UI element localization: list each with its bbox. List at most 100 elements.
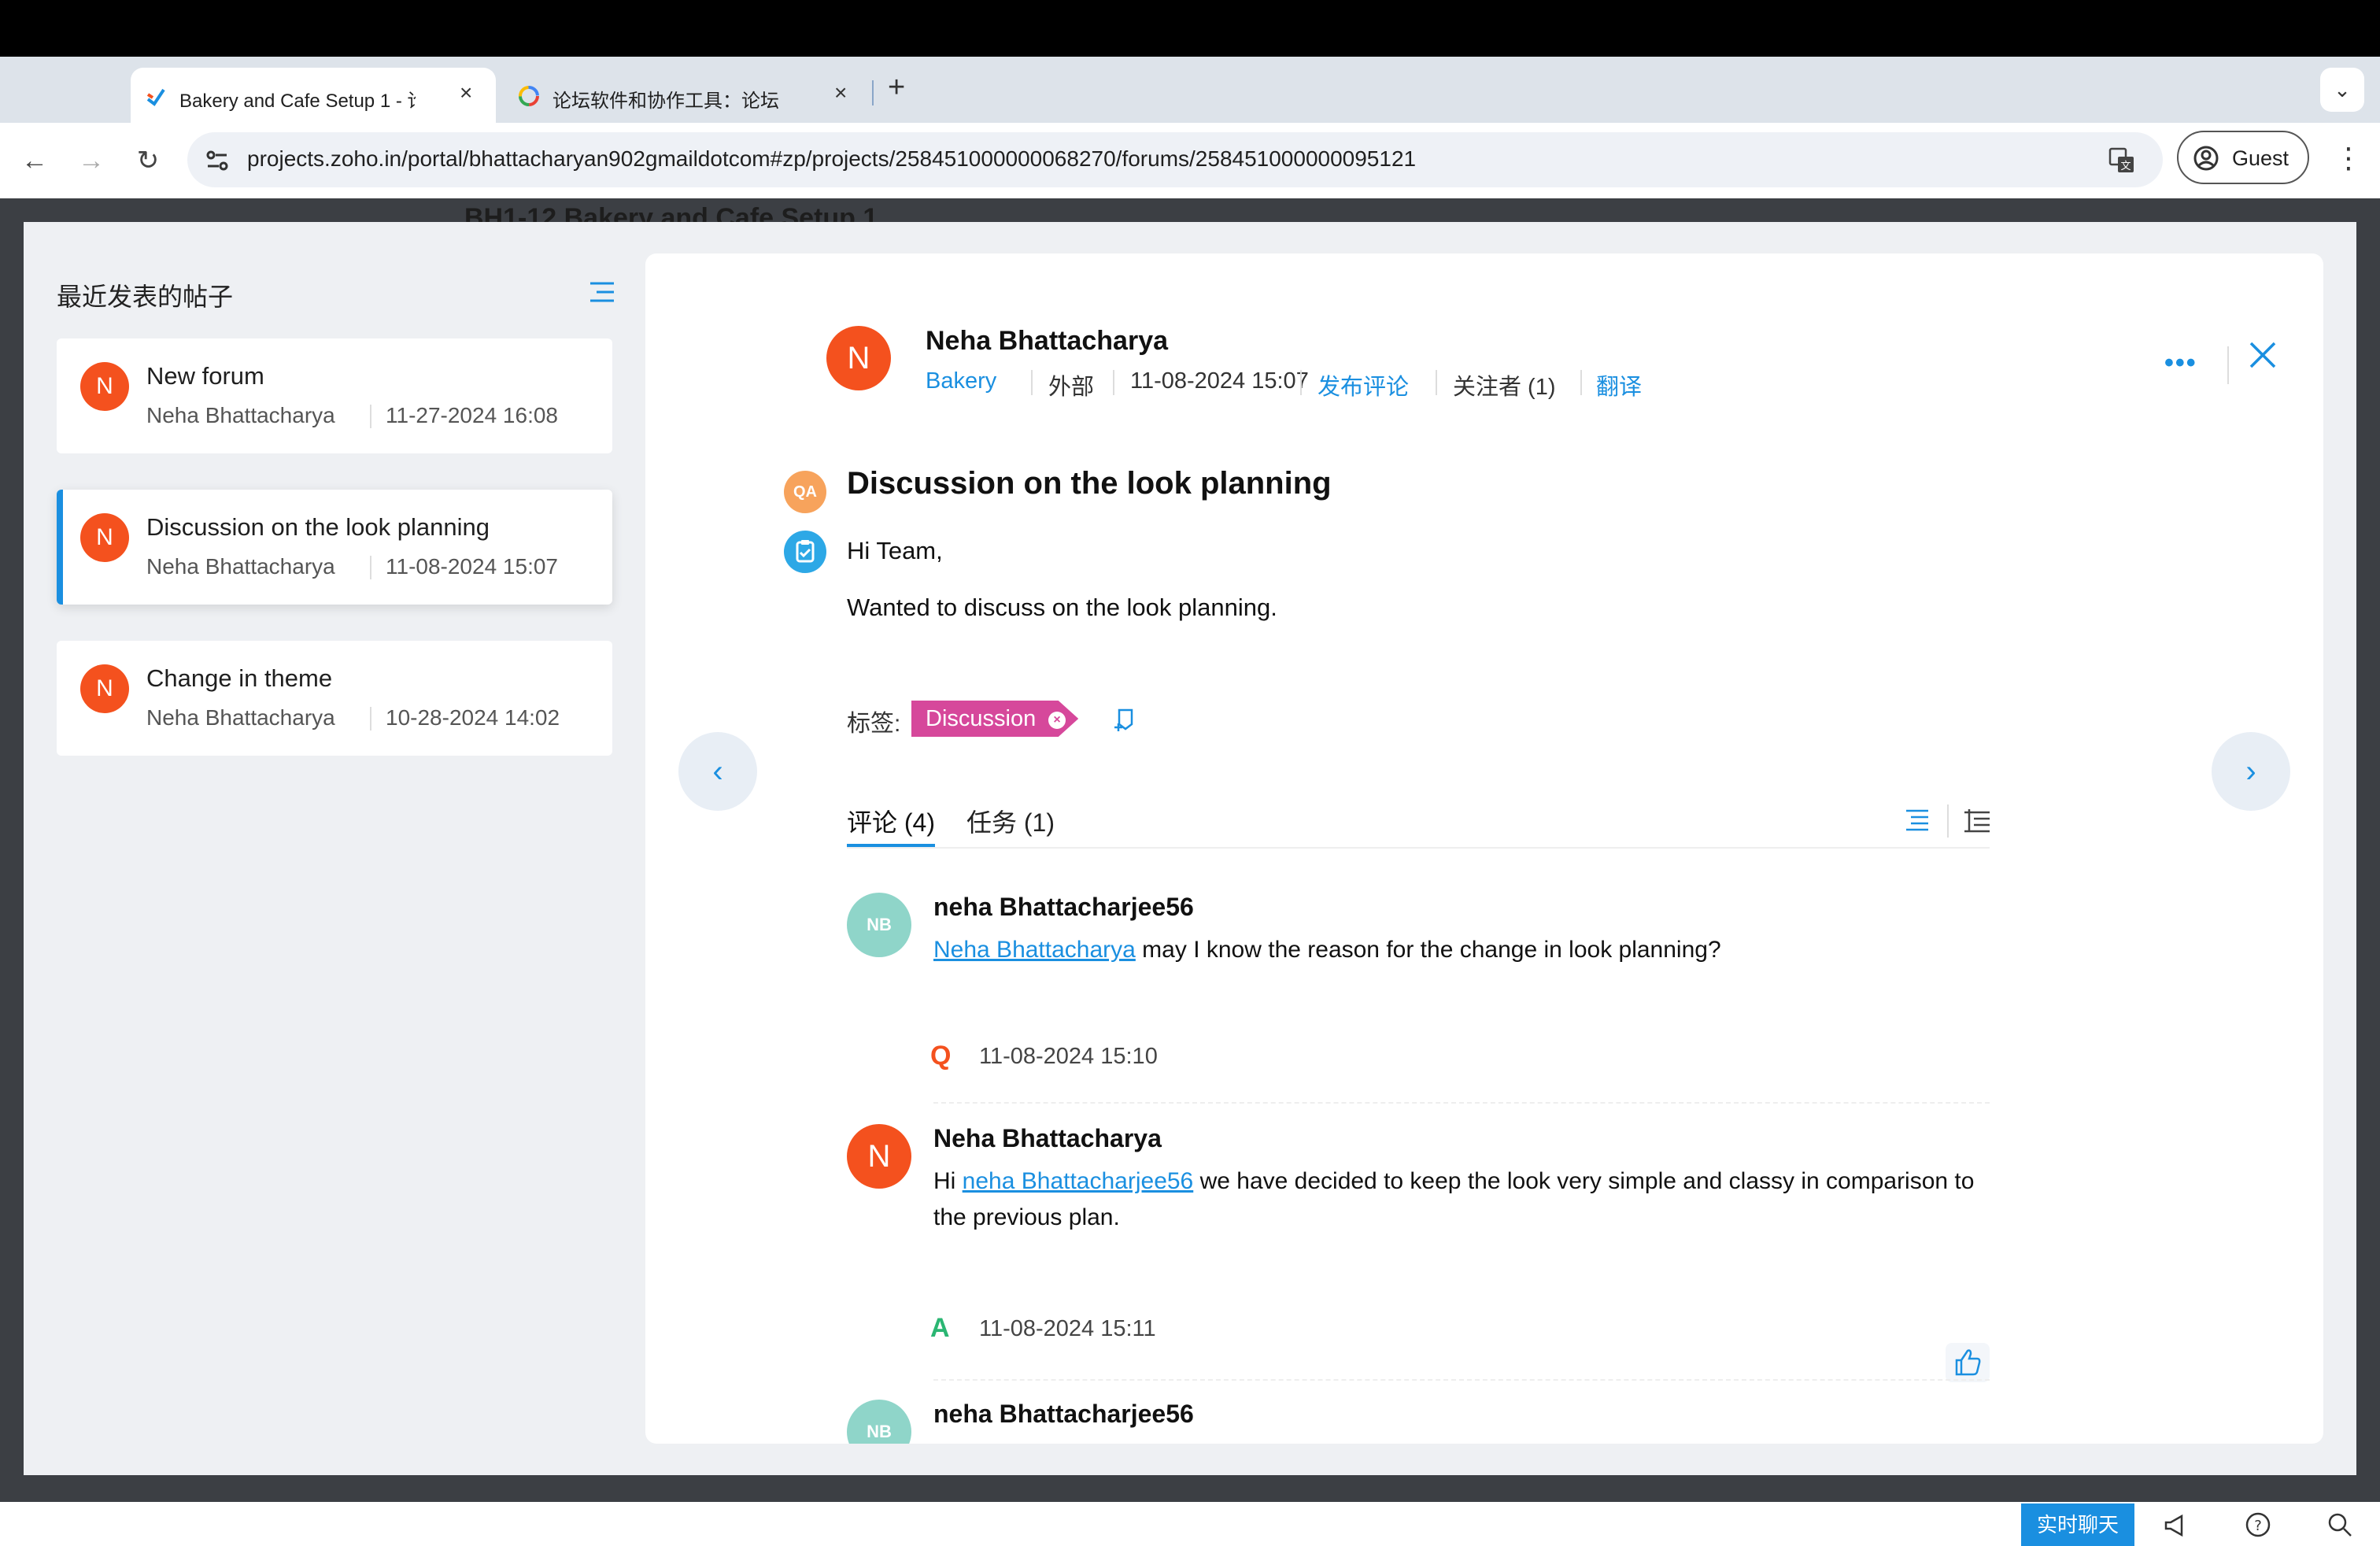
thread-view-icon[interactable] — [1903, 808, 1931, 833]
new-tab-button[interactable]: + — [888, 71, 905, 105]
commenter-name: neha Bhattacharjee56 — [933, 1400, 1194, 1428]
post-body-line: Hi Team, — [847, 537, 943, 564]
divider — [1031, 370, 1033, 395]
divider — [1436, 370, 1437, 395]
remove-tag-icon[interactable]: × — [1048, 712, 1066, 729]
reload-icon[interactable]: ↻ — [129, 142, 167, 179]
comment-time: 11-08-2024 15:10 — [979, 1044, 1158, 1069]
post-card-selected[interactable]: N Discussion on the look planning Neha B… — [57, 490, 612, 605]
tab-title: 论坛软件和协作工具：论坛 — [552, 91, 779, 112]
tab-forum-software[interactable]: 论坛软件和协作工具：论坛 × — [504, 68, 866, 123]
avatar: N — [80, 513, 129, 562]
followers-link[interactable]: 关注者 (1) — [1453, 368, 1556, 401]
system-top-bar — [0, 0, 2380, 57]
next-post-button[interactable]: › — [2212, 732, 2290, 811]
post-comment-link[interactable]: 发布评论 — [1318, 368, 1409, 401]
like-thumbs-up-icon[interactable] — [1946, 1343, 1990, 1382]
tab-divider — [872, 80, 874, 105]
tab-search-chevron-icon[interactable]: ⌄ — [2320, 68, 2364, 112]
zoho-favicon-icon — [519, 86, 539, 106]
tab-close-icon[interactable]: × — [834, 80, 847, 105]
bottom-bar: 实时聊天 ? — [0, 1502, 2380, 1546]
tab-strip: Bakery and Cafe Setup 1 - 论坛 × 论坛软件和协作工具… — [0, 57, 2380, 123]
commenter-avatar: N — [847, 1124, 911, 1189]
profile-button[interactable]: Guest — [2177, 131, 2309, 184]
post-date: 11-08-2024 15:07 — [386, 554, 558, 579]
translate-icon[interactable]: 文 — [2108, 146, 2136, 175]
tab-tasks[interactable]: 任务 (1) — [966, 803, 1055, 839]
selection-indicator — [57, 490, 63, 605]
browser-menu-icon[interactable]: ⋮ — [2334, 142, 2363, 175]
browser-toolbar: ← → ↻ projects.zoho.in/portal/bhattachar… — [0, 123, 2380, 198]
tags-label: 标签: — [847, 711, 901, 737]
address-bar[interactable]: projects.zoho.in/portal/bhattacharyan902… — [187, 132, 2163, 187]
tab-title: Bakery and Cafe Setup 1 - 论坛 — [179, 91, 416, 112]
zoho-projects-favicon-icon — [146, 88, 165, 106]
add-tag-icon[interactable] — [1110, 704, 1141, 735]
announcement-icon[interactable] — [2163, 1511, 2190, 1538]
post-author: Neha Bhattacharya — [146, 705, 335, 730]
mention-link[interactable]: neha Bhattacharjee56 — [963, 1168, 1194, 1194]
clipboard-task-icon[interactable] — [784, 531, 826, 573]
category-link[interactable]: Bakery — [926, 368, 996, 394]
divider — [370, 405, 371, 428]
comment-body: may I know the reason for the change in … — [1135, 937, 1721, 963]
tab-close-icon[interactable]: × — [460, 80, 472, 105]
divider — [370, 707, 371, 730]
comment-text: Neha Bhattacharya may I know the reason … — [933, 937, 1721, 963]
post-title: Discussion on the look planning — [847, 466, 1332, 501]
commenter-avatar: NB — [847, 1400, 911, 1444]
list-view-icon[interactable] — [1963, 808, 1991, 833]
comment-text: Hi neha Bhattacharjee56 we have decided … — [933, 1168, 1974, 1195]
recent-posts-title: 最近发表的帖子 — [57, 283, 234, 311]
divider — [1300, 370, 1302, 395]
avatar: N — [80, 664, 129, 713]
divider — [1947, 804, 1949, 838]
author-name: Neha Bhattacharya — [926, 326, 1169, 356]
list-menu-icon[interactable] — [589, 280, 615, 304]
help-icon[interactable]: ? — [2245, 1511, 2271, 1538]
commenter-name: neha Bhattacharjee56 — [933, 893, 1194, 921]
answer-type-icon: A — [930, 1313, 950, 1343]
post-card[interactable]: N New forum Neha Bhattacharya 11-27-2024… — [57, 338, 612, 453]
tab-forum[interactable]: Bakery and Cafe Setup 1 - 论坛 × — [131, 68, 496, 123]
back-arrow-icon[interactable]: ← — [16, 142, 54, 179]
visibility-label: 外部 — [1048, 375, 1095, 400]
svg-text:?: ? — [2254, 1518, 2262, 1534]
avatar: N — [80, 362, 129, 411]
post-date: 11-27-2024 16:08 — [386, 403, 558, 427]
url-text[interactable]: projects.zoho.in/portal/bhattacharyan902… — [247, 146, 1416, 172]
post-author: Neha Bhattacharya — [146, 403, 335, 427]
post-date: 11-08-2024 15:07 — [1130, 368, 1309, 394]
translate-link[interactable]: 翻译 — [1596, 368, 1642, 401]
comment-body: we have decided to keep the look very si… — [1193, 1168, 1975, 1194]
comment-divider — [933, 1379, 1990, 1381]
comment-prefix: Hi — [933, 1168, 963, 1194]
profile-label: Guest — [2232, 146, 2289, 170]
post-card[interactable]: N Change in theme Neha Bhattacharya 10-2… — [57, 641, 612, 756]
commenter-avatar: NB — [847, 893, 911, 957]
post-author: Neha Bhattacharya — [146, 554, 335, 579]
post-title: Discussion on the look planning — [146, 513, 490, 541]
comment-text-line: the previous plan. — [933, 1204, 1120, 1230]
author-avatar: N — [826, 326, 891, 390]
mention-link[interactable]: Neha Bhattacharya — [933, 937, 1136, 963]
divider — [1113, 370, 1114, 395]
post-date: 10-28-2024 14:02 — [386, 705, 560, 730]
commenter-name: Neha Bhattacharya — [933, 1124, 1162, 1152]
question-type-icon: Q — [930, 1041, 952, 1071]
site-info-icon[interactable] — [203, 146, 231, 175]
tab-comments[interactable]: 评论 (4) — [847, 803, 935, 839]
active-tab-indicator — [847, 844, 935, 847]
forward-arrow-icon[interactable]: → — [72, 142, 110, 179]
post-body-line: Wanted to discuss on the look planning. — [847, 594, 1277, 621]
more-options-icon[interactable]: ••• — [2164, 348, 2197, 379]
live-chat-button[interactable]: 实时聊天 — [2021, 1503, 2134, 1546]
post-detail-panel: ‹ › N Neha Bhattacharya Bakery 外部 11-08-… — [645, 253, 2323, 1444]
previous-post-button[interactable]: ‹ — [678, 732, 757, 811]
close-icon[interactable] — [2243, 335, 2282, 375]
tabs-baseline — [847, 847, 1990, 849]
post-title: New forum — [146, 362, 264, 390]
divider — [370, 556, 371, 579]
search-icon[interactable] — [2326, 1511, 2353, 1538]
